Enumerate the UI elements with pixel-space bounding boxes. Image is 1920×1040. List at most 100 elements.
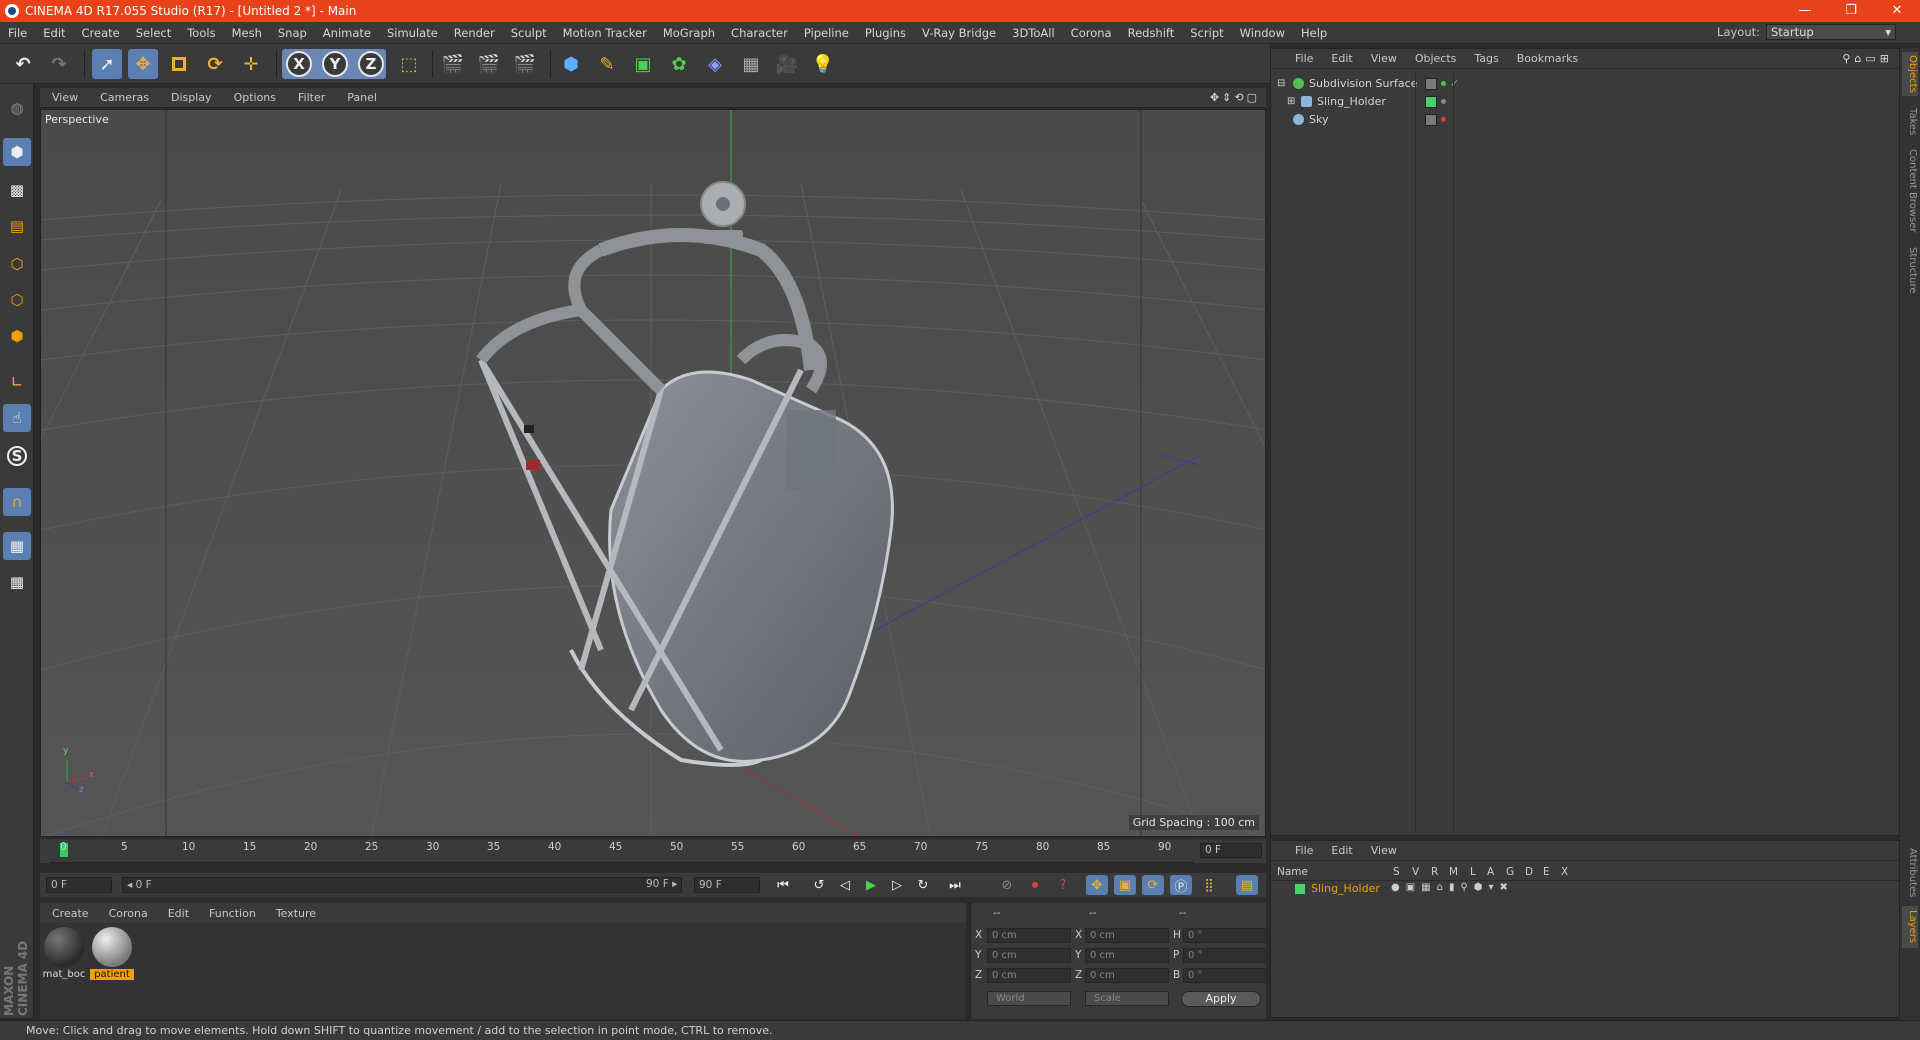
position-y-field[interactable]: 0 cm (987, 948, 1071, 963)
material-menu-function[interactable]: Function (197, 907, 264, 920)
menu-sculpt[interactable]: Sculpt (503, 26, 555, 40)
workplane-mode-icon[interactable]: ▤ (3, 212, 31, 240)
tab-objects[interactable]: Objects (1902, 52, 1918, 96)
tree-row-sky[interactable]: Sky (1275, 111, 1897, 129)
key-pla-icon[interactable]: ⣿ (1198, 875, 1220, 895)
viewport-menu-display[interactable]: Display (159, 91, 222, 104)
menu-render[interactable]: Render (446, 26, 503, 40)
menu-snap[interactable]: Snap (270, 26, 315, 40)
axis-mode-icon[interactable]: ∟ (3, 368, 31, 396)
tab-attributes[interactable]: Attributes (1902, 844, 1918, 902)
coordinate-mode-dropdown[interactable]: World (987, 991, 1071, 1006)
polygons-mode-icon[interactable]: ⬢ (3, 322, 31, 350)
timeline-window-icon[interactable]: ▤ (1236, 875, 1258, 895)
start-frame-field[interactable]: 0 F (46, 877, 112, 893)
size-mode-dropdown[interactable]: Scale (1085, 991, 1169, 1006)
key-position-icon[interactable]: ✥ (1086, 875, 1108, 895)
model-mode-icon[interactable]: ⬢ (3, 138, 31, 166)
cube-primitive-icon[interactable]: ⬢ (556, 49, 586, 79)
menu-mesh[interactable]: Mesh (224, 26, 270, 40)
y-axis-lock-button[interactable]: Y (322, 51, 348, 77)
key-parameter-icon[interactable]: Ⓟ (1170, 875, 1192, 895)
layers-menu-edit[interactable]: Edit (1321, 844, 1360, 857)
tab-content-browser[interactable]: Content Browser (1902, 146, 1918, 236)
layer-tag-icon[interactable] (1425, 78, 1437, 90)
array-generator-icon[interactable]: ✿ (664, 49, 694, 79)
material-menu-create[interactable]: Create (40, 907, 97, 920)
material-menu-edit[interactable]: Edit (156, 907, 197, 920)
visibility-dot[interactable] (1441, 117, 1446, 122)
material-menu-texture[interactable]: Texture (264, 907, 324, 920)
next-key-icon[interactable]: ↻ (912, 875, 934, 895)
end-frame-field[interactable]: 90 F (694, 877, 760, 893)
objects-menu-objects[interactable]: Objects (1405, 52, 1465, 65)
viewport-navigation-icons[interactable]: ✥⇕⟲▢ (1210, 91, 1260, 104)
menu-help[interactable]: Help (1293, 26, 1335, 40)
layer-color-icon[interactable] (1295, 884, 1305, 894)
position-z-field[interactable]: 0 cm (987, 968, 1071, 983)
spline-pen-icon[interactable]: ✎ (592, 49, 622, 79)
rotation-b-field[interactable]: 0 ° (1183, 968, 1267, 983)
menu-corona[interactable]: Corona (1063, 26, 1120, 40)
menu-character[interactable]: Character (723, 26, 796, 40)
rotation-p-field[interactable]: 0 ° (1183, 948, 1267, 963)
autokeying-icon[interactable]: ? (1052, 875, 1074, 895)
visibility-dot[interactable] (1441, 81, 1446, 86)
collapse-icon[interactable]: ⊟ (1277, 75, 1285, 93)
deformer-icon[interactable]: ◈ (700, 49, 730, 79)
planar-workplane-icon[interactable]: ▦ (3, 568, 31, 596)
visibility-dot[interactable] (1441, 99, 1446, 104)
rotation-h-field[interactable]: 0 ° (1183, 928, 1267, 943)
menu-edit[interactable]: Edit (35, 26, 73, 40)
texture-mode-icon[interactable]: ▩ (3, 176, 31, 204)
render-settings-icon[interactable]: 🎬 (510, 49, 540, 79)
camera-icon[interactable]: 🎥 (772, 49, 802, 79)
tab-takes[interactable]: Takes (1902, 104, 1918, 140)
subdivision-surface-icon[interactable]: ▣ (628, 49, 658, 79)
preview-range-start[interactable]: ◂ 0 F (122, 877, 682, 893)
material-menu-corona[interactable]: Corona (97, 907, 156, 920)
rotate-tool-icon[interactable]: ⟳ (200, 49, 230, 79)
objects-menu-tags[interactable]: Tags (1464, 52, 1506, 65)
edges-mode-icon[interactable]: ⬡ (3, 286, 31, 314)
previous-frame-icon[interactable]: ◁ (834, 875, 856, 895)
objects-menu-edit[interactable]: Edit (1321, 52, 1360, 65)
apply-button[interactable]: Apply (1181, 991, 1261, 1007)
close-button[interactable]: ✕ (1874, 0, 1920, 22)
points-mode-icon[interactable]: ⬡ (3, 250, 31, 278)
material-swatch[interactable]: mat_boc (42, 927, 86, 980)
menu-tools[interactable]: Tools (179, 26, 223, 40)
timeline[interactable]: 0 5 10 15 20 25 30 35 40 45 50 55 60 65 … (40, 839, 1266, 863)
menu-file[interactable]: File (0, 26, 35, 40)
object-manager-search-icons[interactable]: ⚲⌂▭⊞ (1842, 52, 1893, 65)
z-axis-lock-button[interactable]: Z (358, 51, 384, 77)
menu-motion-tracker[interactable]: Motion Tracker (555, 26, 655, 40)
menu-pipeline[interactable]: Pipeline (796, 26, 857, 40)
position-x-field[interactable]: 0 cm (987, 928, 1071, 943)
menu-vray-bridge[interactable]: V-Ray Bridge (914, 26, 1004, 40)
render-picture-viewer-icon[interactable]: 🎬 (474, 49, 504, 79)
menu-mograph[interactable]: MoGraph (655, 26, 723, 40)
objects-menu-view[interactable]: View (1361, 52, 1405, 65)
menu-3dtoall[interactable]: 3DToAll (1004, 26, 1063, 40)
menu-window[interactable]: Window (1232, 26, 1293, 40)
redo-icon[interactable]: ↷ (44, 49, 74, 79)
layers-menu-view[interactable]: View (1361, 844, 1405, 857)
viewport-menu-view[interactable]: View (40, 91, 88, 104)
make-editable-icon[interactable]: ◍ (3, 94, 31, 122)
layer-color-icon[interactable] (1425, 96, 1437, 108)
go-to-start-icon[interactable]: ⏮ (772, 875, 794, 895)
objects-menu-bookmarks[interactable]: Bookmarks (1507, 52, 1586, 65)
size-y-field[interactable]: 0 cm (1085, 948, 1169, 963)
menu-plugins[interactable]: Plugins (857, 26, 914, 40)
scale-tool-icon[interactable] (164, 49, 194, 79)
layer-toggle-icons[interactable]: ●▣▦⌂▮⚲⬢▾✖ (1391, 882, 1514, 893)
objects-menu-file[interactable]: File (1271, 52, 1321, 65)
enabled-check-icon[interactable]: ✓ (1450, 78, 1459, 90)
viewport-menu-options[interactable]: Options (222, 91, 286, 104)
key-scale-icon[interactable]: ▣ (1114, 875, 1136, 895)
record-active-icon[interactable]: ⏺ (1024, 875, 1046, 895)
tree-row-sling-holder[interactable]: ⊞ Sling_Holder (1275, 93, 1897, 111)
material-swatch[interactable]: patient (90, 927, 134, 980)
tweak-mode-icon[interactable]: ☝ (3, 404, 31, 432)
